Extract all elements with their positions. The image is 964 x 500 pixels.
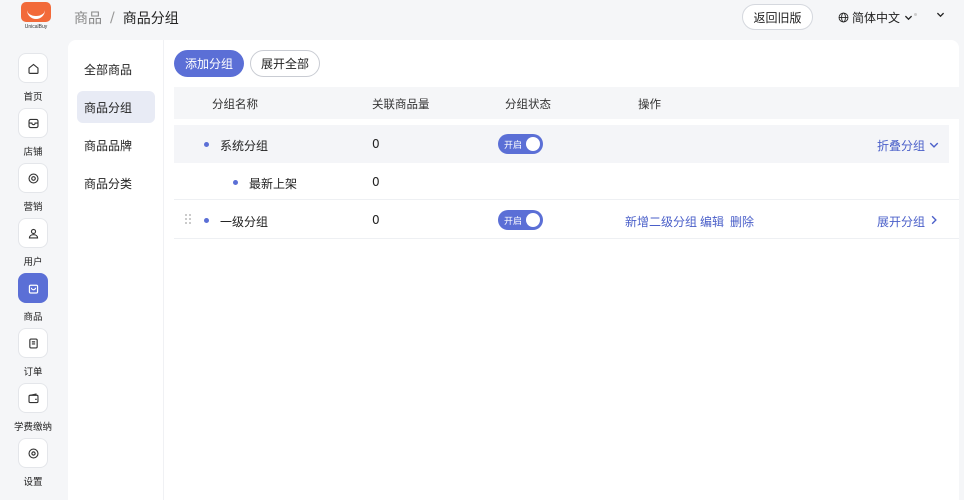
breadcrumb-parent[interactable]: 商品 [74,8,102,28]
document-icon [18,328,48,358]
column-header-product-count: 关联商品量 [372,97,430,111]
subnav-item-product-categories[interactable]: 商品分类 [77,167,155,199]
table-header: 分组名称 关联商品量 分组状态 操作 [174,87,959,119]
rail-label: 订单 [23,367,43,378]
column-header-status: 分组状态 [505,97,551,111]
rail-label: 用户 [23,257,43,268]
subnav-item-all-products[interactable]: 全部商品 [77,53,155,85]
rail-label: 营销 [23,202,43,213]
expand-all-button[interactable]: 展开全部 [250,50,320,77]
app-logo[interactable]: UnicalBuy [21,2,51,30]
edit-link[interactable]: 编辑 [700,213,724,230]
target-icon [18,163,48,193]
status-toggle[interactable]: 开启 [498,210,543,230]
left-rail: UnicalBuy 首页 店铺 营销 用户 商品 订单 学费缴纳 设置 [0,0,66,500]
rail-label: 店铺 [23,147,43,158]
rail-item-products[interactable]: 商品 [0,273,66,323]
rail-item-marketing[interactable]: 营销 [0,163,66,213]
product-count: 0 [372,137,380,151]
subnav-item-product-groups[interactable]: 商品分组 [77,91,155,123]
collapse-group-link[interactable]: 折叠分组 [877,137,925,154]
rail-label: 设置 [23,477,43,488]
shopping-bag-icon [18,273,48,303]
product-count: 0 [372,213,380,227]
content-panel: 全部商品 商品分组 商品品牌 商品分类 添加分组 展开全部 分组名称 关联商品量… [68,40,959,500]
rail-item-home[interactable]: 首页 [0,53,66,103]
chevron-right-icon[interactable] [928,214,940,226]
expand-group-link[interactable]: 展开分组 [877,213,925,230]
language-label: 简体中文 [852,11,901,25]
divider [163,40,164,500]
breadcrumb-separator: / [110,10,115,26]
column-header-actions: 操作 [638,97,661,111]
breadcrumb-current: 商品分组 [122,11,179,27]
table-row: 一级分组 0 开启 新增二级分组 编辑 删除 展开分组 [174,201,959,239]
add-subgroup-link[interactable]: 新增二级分组 [625,213,697,230]
rail-label: 首页 [23,92,43,103]
toggle-knob [526,213,540,227]
logo-mark [21,2,51,22]
delete-link[interactable]: 删除 [730,213,754,230]
wallet-icon [18,383,48,413]
row-bullet [204,218,209,223]
toggle-label: 开启 [504,217,523,227]
toggle-label: 开启 [504,141,523,151]
rail-item-users[interactable]: 用户 [0,218,66,268]
product-count: 0 [372,175,380,189]
home-icon [18,53,48,83]
toggle-knob [526,137,540,151]
row-bullet [233,180,238,185]
status-toggle[interactable]: 开启 [498,134,543,154]
logo-text: UnicalBuy [24,24,48,30]
add-group-button[interactable]: 添加分组 [174,50,244,77]
user-icon [18,218,48,248]
chevron-down-icon [936,12,945,18]
row-bullet [204,142,209,147]
back-to-old-version-button[interactable]: 返回旧版 [742,4,813,30]
product-subnav: 全部商品 商品分组 商品品牌 商品分类 [68,40,163,500]
chevron-down-icon[interactable] [928,139,940,151]
chevron-down-icon [904,15,913,21]
rail-item-orders[interactable]: 订单 [0,328,66,378]
settings-icon [18,438,48,468]
table-row: 最新上架 0 [174,163,959,200]
avatar [914,13,917,16]
globe-icon [838,12,849,23]
rail-item-tuition[interactable]: 学费缴纳 [0,383,66,433]
column-header-group-name: 分组名称 [212,97,258,111]
rail-item-store[interactable]: 店铺 [0,108,66,158]
rail-item-settings[interactable]: 设置 [0,438,66,488]
group-name: 一级分组 [220,215,269,229]
rail-label: 学费缴纳 [13,422,52,433]
rail-label: 商品 [23,312,43,323]
subnav-item-product-brands[interactable]: 商品品牌 [77,129,155,161]
breadcrumb: 商品 / 商品分组 [74,8,179,28]
store-icon [18,108,48,138]
language-selector[interactable]: 简体中文 [838,9,914,26]
group-name: 系统分组 [220,139,269,153]
drag-handle-icon[interactable] [185,214,191,226]
group-name: 最新上架 [249,177,298,191]
user-menu[interactable] [914,9,946,20]
table-row: 系统分组 0 开启 折叠分组 [174,125,949,163]
